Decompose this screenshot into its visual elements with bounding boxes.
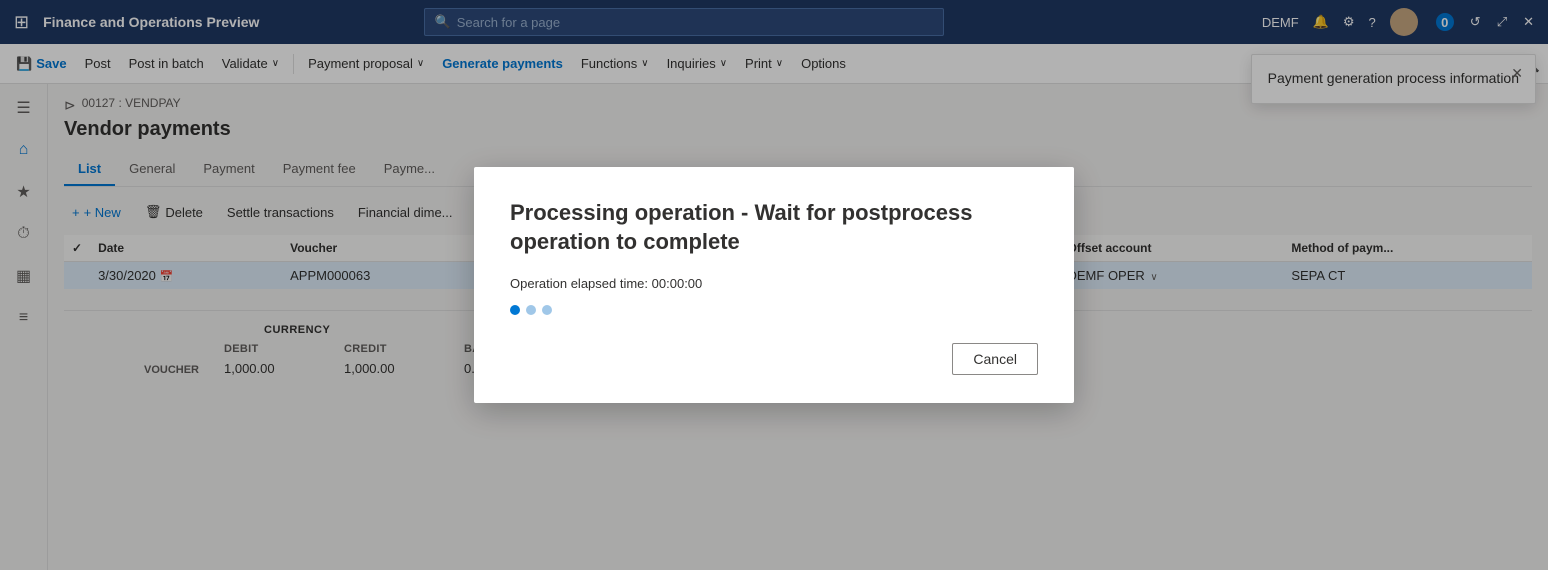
modal-overlay: Processing operation - Wait for postproc… — [0, 0, 1548, 570]
cancel-button[interactable]: Cancel — [952, 343, 1038, 375]
modal-progress-dots — [510, 305, 1038, 315]
modal-actions: Cancel — [510, 343, 1038, 375]
modal-elapsed: Operation elapsed time: 00:00:00 — [510, 276, 1038, 291]
dot-3 — [542, 305, 552, 315]
dot-1 — [510, 305, 520, 315]
modal-title: Processing operation - Wait for postproc… — [510, 199, 1038, 256]
dot-2 — [526, 305, 536, 315]
processing-modal: Processing operation - Wait for postproc… — [474, 167, 1074, 403]
